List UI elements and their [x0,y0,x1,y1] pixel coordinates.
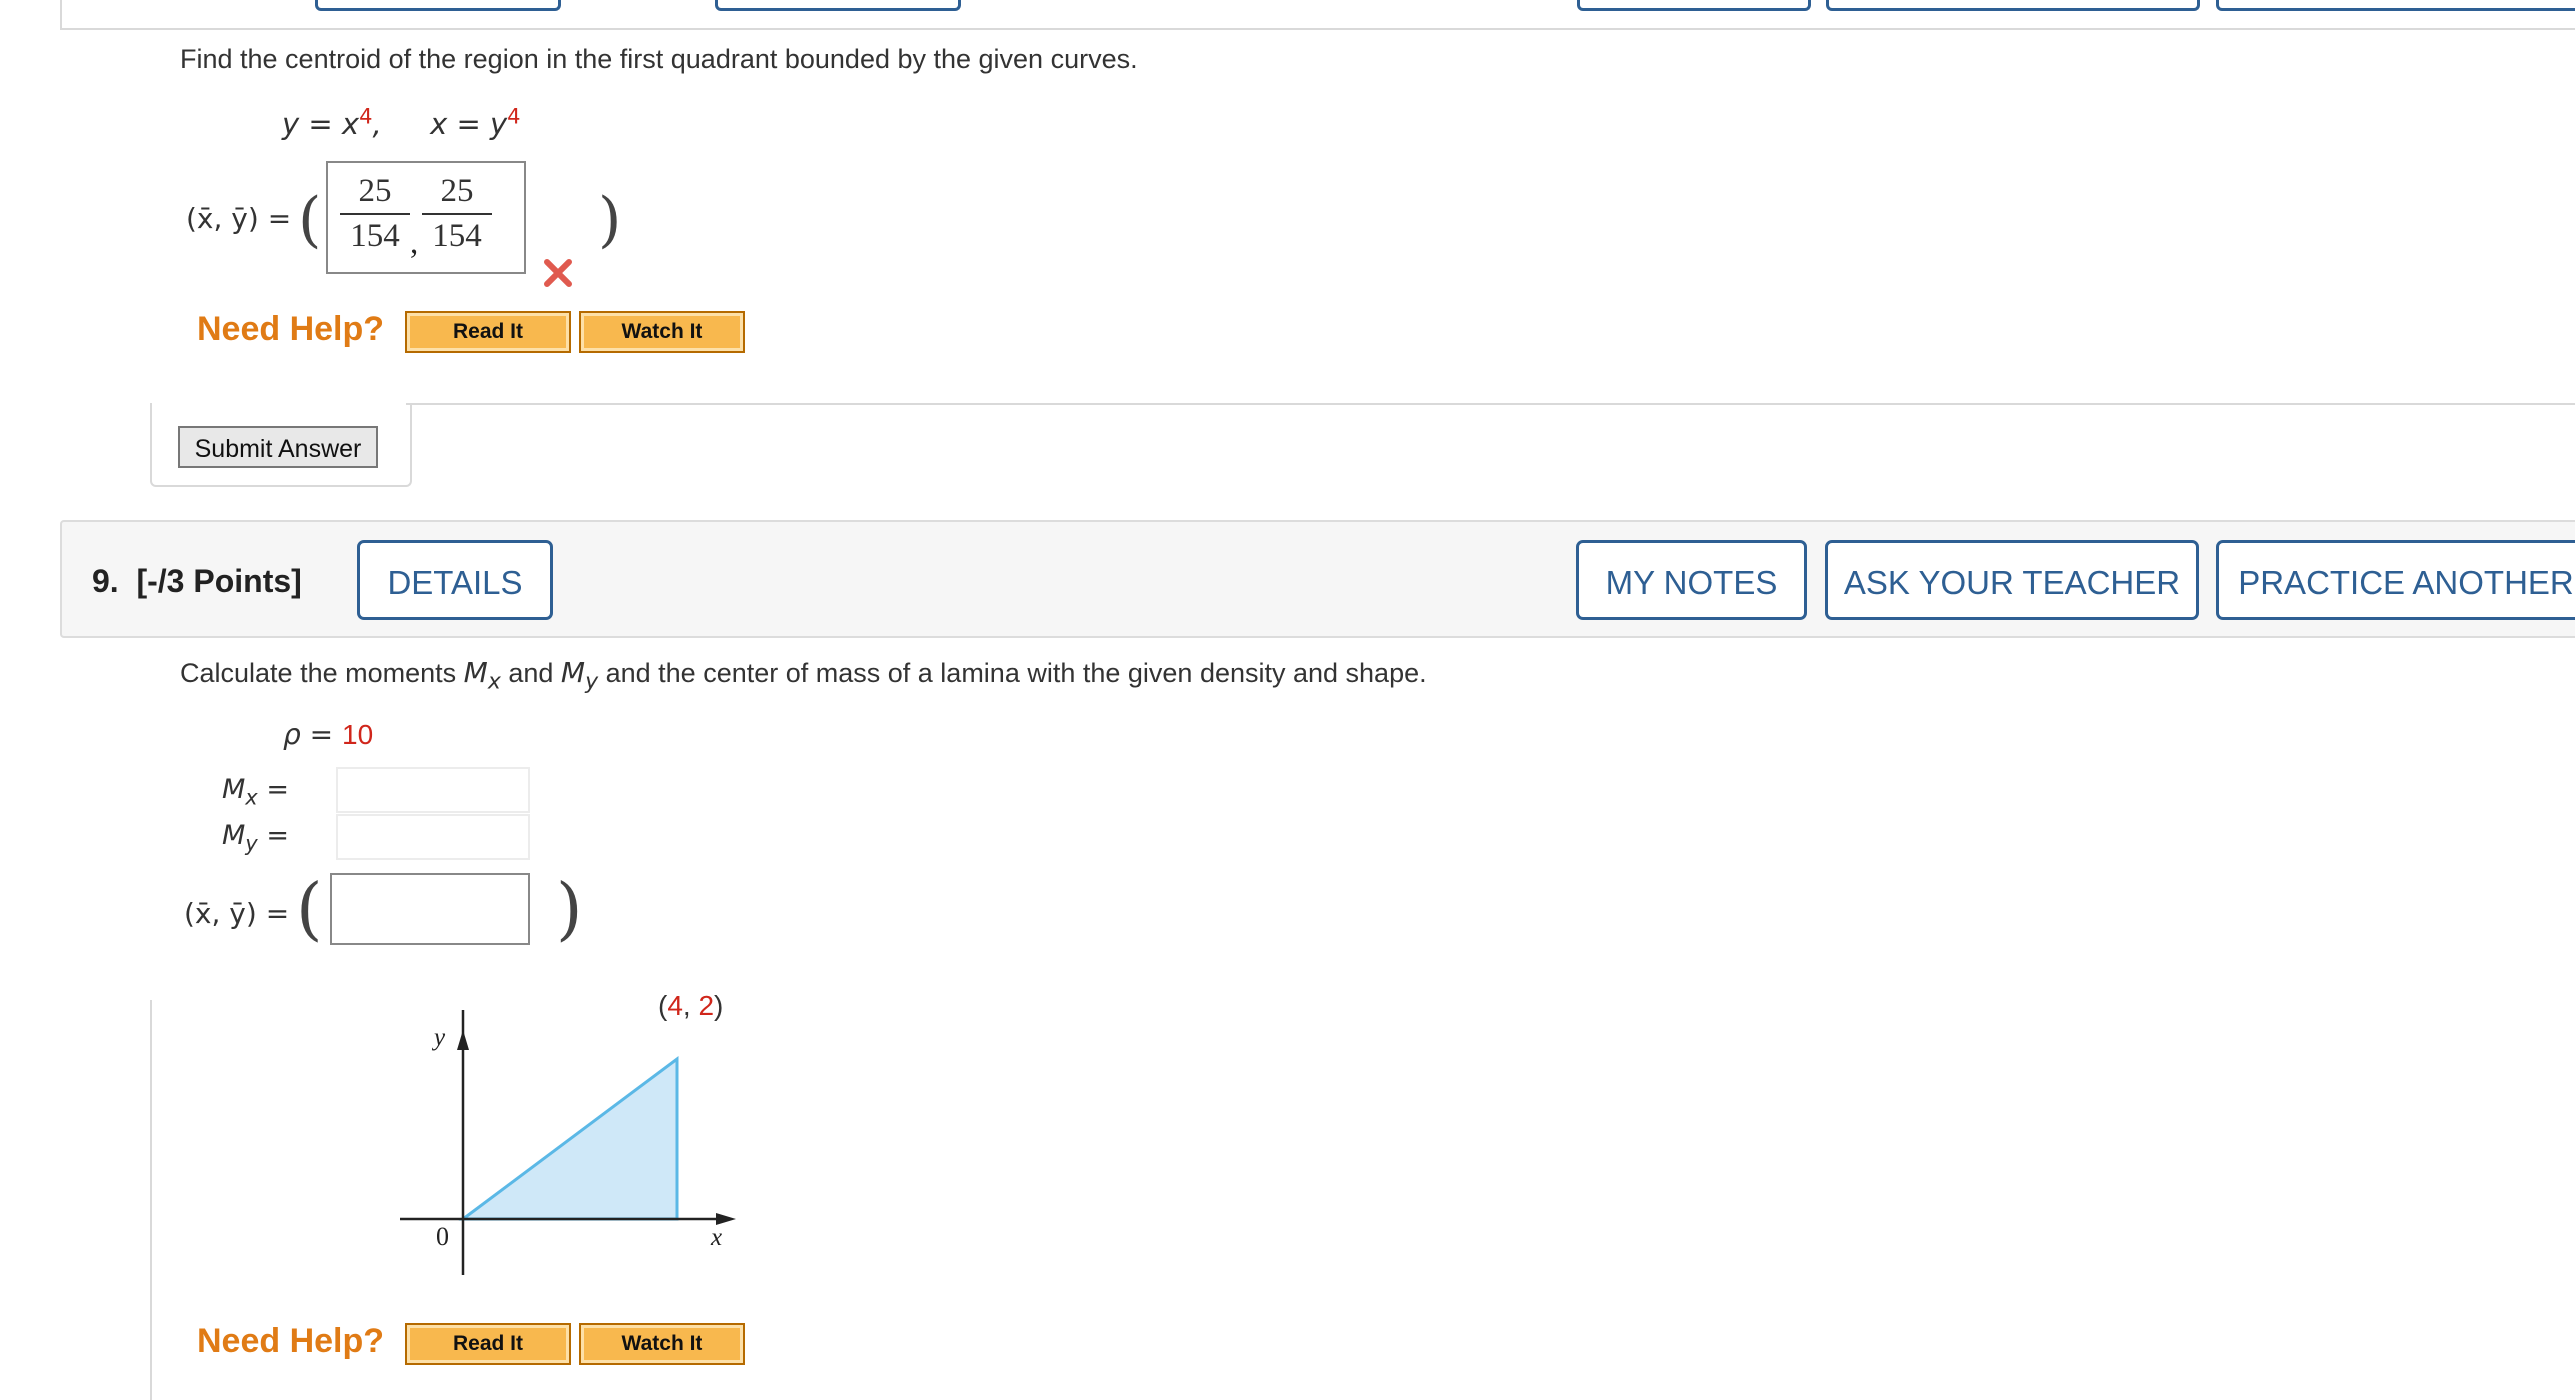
practice-another-button[interactable]: PRACTICE ANOTHER [2216,540,2575,620]
question-number-points: 9. [-/3 Points] [92,563,302,599]
density-value: ρ = 10 [283,718,374,751]
answer-x-fraction: 25 154 [340,173,410,255]
y-axis-label: y [434,1024,446,1051]
curve-equations: y = x4, x = y4 [282,104,521,141]
center-of-mass-input[interactable] [330,873,530,945]
answer-comma: , [410,225,419,261]
prev-left-paren: ( [298,185,322,255]
x-axis-label: x [711,1224,723,1251]
details-button[interactable]: DETAILS [357,540,553,620]
prev-my-notes-button[interactable] [1577,0,1811,11]
prev-read-it-button[interactable]: Read It [405,311,571,353]
prev-question-prompt: Find the centroid of the region in the f… [180,44,1138,74]
mx-label: Mx = [222,774,289,810]
my-label: My = [222,820,289,856]
submit-answer-button[interactable]: Submit Answer [178,426,378,468]
ask-your-teacher-button[interactable]: ASK YOUR TEACHER [1825,540,2199,620]
my-notes-button[interactable]: MY NOTES [1576,540,1807,620]
divider-line [406,403,2575,405]
centroid-label: (x̄, ȳ) = [184,897,290,930]
question-left-border [150,1000,152,1400]
prev-right-paren: ) [598,185,622,255]
prev-centroid-label: (x̄, ȳ) = [186,202,292,235]
prev-header-button[interactable] [715,0,961,11]
prev-details-button[interactable] [315,0,561,11]
watch-it-button[interactable]: Watch It [579,1323,745,1365]
prev-answer-field[interactable]: 25 154 , 25 154 [326,161,526,274]
right-paren: ) [556,870,583,949]
prev-watch-it-button[interactable]: Watch It [579,311,745,353]
my-input[interactable] [336,814,530,860]
read-it-button[interactable]: Read It [405,1323,571,1365]
prev-practice-another-button[interactable] [2216,0,2575,11]
need-help-label: Need Help? [197,1322,385,1360]
mx-input[interactable] [336,767,530,813]
incorrect-x-icon [543,258,573,293]
triangle-region [458,1056,679,1221]
question-prompt: Calculate the moments Mx and My and the … [180,656,1427,695]
vertex-label: (4, 2) [658,990,724,1021]
y-axis-arrow [457,1030,469,1050]
prev-ask-teacher-button[interactable] [1826,0,2200,11]
origin-label: 0 [436,1222,449,1251]
prev-need-help-label: Need Help? [197,310,385,348]
curve-1: y = x4, [282,104,382,141]
curve-2: x = y4 [430,104,521,141]
answer-y-fraction: 25 154 [422,173,492,255]
left-paren: ( [296,870,323,949]
